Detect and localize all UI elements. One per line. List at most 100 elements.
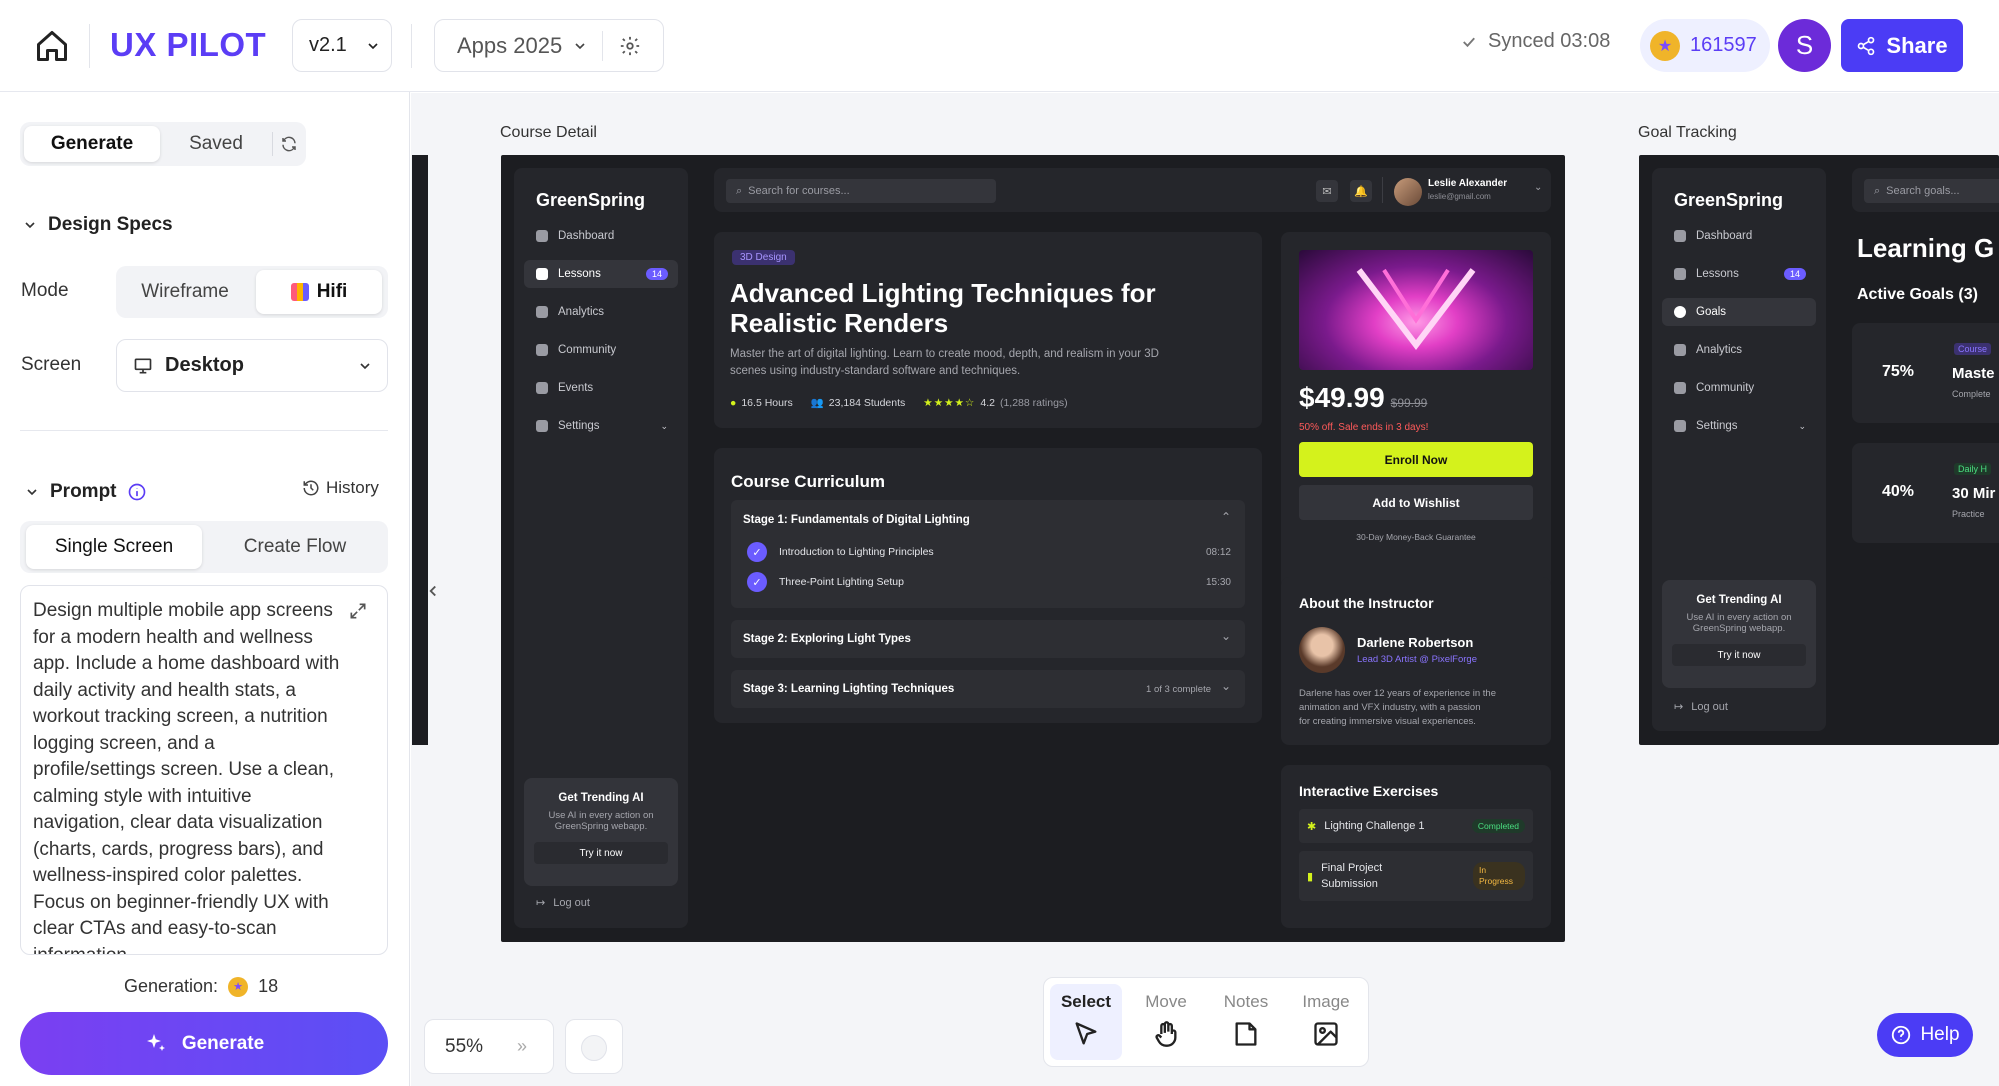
nav-lessons[interactable]: Lessons 14 — [524, 260, 678, 288]
design-specs-header[interactable]: Design Specs — [22, 214, 173, 236]
nav-label: Goals — [1696, 306, 1727, 318]
divider — [89, 24, 90, 68]
trending-line1: Use AI in every action on — [1686, 612, 1792, 623]
home-icon[interactable] — [34, 28, 70, 64]
check-icon: ✓ — [747, 542, 767, 562]
nav-community[interactable]: Community — [524, 336, 678, 364]
logout-link[interactable]: ↦ Log out — [1674, 700, 1728, 714]
tab-generate[interactable]: Generate — [24, 126, 160, 162]
tool-label: Move — [1145, 992, 1187, 1011]
gear-icon[interactable] — [619, 35, 641, 57]
double-chevron-right-icon[interactable]: » — [517, 1036, 527, 1057]
chart-icon — [1674, 344, 1686, 356]
nav-label: Settings — [558, 420, 600, 432]
avatar[interactable]: S — [1778, 19, 1831, 72]
generate-button[interactable]: Generate — [20, 1012, 388, 1075]
goal-card[interactable]: 75% Course Maste Complete — [1852, 323, 1999, 423]
chevron-down-icon — [25, 222, 35, 229]
mail-icon[interactable]: ✉ — [1316, 180, 1338, 202]
exercise-item[interactable]: ▮ Final Project Submission In Progress — [1299, 851, 1533, 901]
prompt-text: Design multiple mobile app screens for a… — [33, 600, 340, 955]
stage-2[interactable]: Stage 2: Exploring Light Types ⌄ — [731, 620, 1245, 658]
screen-select[interactable]: Desktop — [116, 339, 388, 392]
nav-settings[interactable]: Settings ⌄ — [1662, 412, 1816, 440]
stage-3[interactable]: Stage 3: Learning Lighting Techniques 1 … — [731, 670, 1245, 708]
price: $49.99 — [1299, 382, 1385, 413]
course-title: Advanced Lighting Techniques for Realist… — [730, 278, 1156, 338]
version-select[interactable]: v2.1 — [292, 19, 392, 72]
info-icon[interactable] — [127, 482, 147, 502]
nav-analytics[interactable]: Analytics — [524, 298, 678, 326]
lesson-row[interactable]: ✓ Introduction to Lighting Principles 08… — [747, 542, 1231, 562]
artboard-course-detail[interactable]: GreenSpring Dashboard Lessons 14 Analytic… — [501, 155, 1565, 942]
tab-saved[interactable]: Saved — [166, 126, 266, 162]
users-icon — [1674, 382, 1686, 394]
chevron-up-icon[interactable]: ⌃ — [1221, 510, 1231, 524]
goal-card[interactable]: 40% Daily H 30 Mir Practice — [1852, 443, 1999, 543]
enroll-now-button[interactable]: Enroll Now — [1299, 442, 1533, 477]
try-it-now-button[interactable]: Try it now — [1672, 644, 1806, 666]
mode-hifi[interactable]: Hifi — [256, 270, 382, 314]
project-select[interactable]: Apps 2025 — [434, 19, 664, 72]
try-it-now-button[interactable]: Try it now — [534, 842, 668, 864]
logout-link[interactable]: ↦ Log out — [536, 896, 590, 910]
status-badge: Completed — [1471, 819, 1525, 833]
tab-create-flow[interactable]: Create Flow — [208, 525, 382, 569]
offscreen-artboard[interactable] — [412, 155, 428, 745]
screen-value: Desktop — [165, 354, 244, 376]
mode-wireframe[interactable]: Wireframe — [122, 270, 248, 314]
collapse-panel-icon[interactable] — [424, 582, 442, 600]
tool-notes[interactable]: Notes — [1210, 984, 1282, 1060]
share-button[interactable]: Share — [1841, 19, 1963, 72]
rating: ★★★★☆ 4.2 (1,288 ratings) — [923, 397, 1067, 409]
history-button[interactable]: History — [302, 478, 379, 498]
prompt-header[interactable]: Prompt — [24, 481, 147, 503]
search-icon: ⌕ — [736, 184, 743, 197]
user-avatar[interactable] — [1394, 178, 1422, 206]
tool-label: Notes — [1223, 992, 1269, 1011]
help-button[interactable]: Help — [1877, 1013, 1973, 1057]
users-icon: 👥 — [810, 397, 824, 409]
app-header: ⌕ Search goals... — [1852, 168, 1999, 212]
chevron-down-icon[interactable]: ⌄ — [1534, 182, 1542, 193]
nav-dashboard[interactable]: Dashboard — [524, 222, 678, 250]
check-icon — [1463, 37, 1475, 47]
course-search-input[interactable]: ⌕ Search for courses... — [726, 179, 996, 203]
refresh-icon[interactable] — [280, 135, 298, 153]
tab-single-screen[interactable]: Single Screen — [26, 525, 202, 569]
lesson-row[interactable]: ✓ Three-Point Lighting Setup 15:30 — [747, 572, 1231, 592]
nav-goals[interactable]: Goals — [1662, 298, 1816, 326]
tool-image[interactable]: Image — [1290, 984, 1362, 1060]
clock-icon: ● — [730, 396, 737, 409]
zoom-control[interactable]: 55% » — [424, 1019, 554, 1074]
tool-select[interactable]: Select — [1050, 984, 1122, 1060]
expand-icon[interactable] — [348, 601, 368, 621]
course-thumbnail — [1299, 250, 1533, 370]
tool-move[interactable]: Move — [1130, 984, 1202, 1060]
add-to-wishlist-button[interactable]: Add to Wishlist — [1299, 485, 1533, 520]
chevron-down-icon: ⌄ — [1220, 679, 1231, 693]
prompt-tabs: Single Screen Create Flow — [20, 521, 388, 573]
instructor-card: About the Instructor Darlene Robertson L… — [1281, 577, 1551, 745]
artboard-goal-tracking[interactable]: GreenSpring Dashboard Lessons 14 Goals An… — [1639, 155, 1999, 745]
top-bar: UX PILOT v2.1 Apps 2025 Synced 03:08 ★ 1… — [0, 0, 1999, 92]
color-mode-button[interactable] — [565, 1019, 623, 1074]
goals-search-input[interactable]: ⌕ Search goals... — [1864, 179, 1999, 203]
stage-1[interactable]: Stage 1: Fundamentals of Digital Lightin… — [731, 500, 1245, 608]
zoom-level: 55% — [445, 1035, 484, 1057]
curriculum-card: Course Curriculum Stage 1: Fundamentals … — [714, 448, 1262, 723]
nav-dashboard[interactable]: Dashboard — [1662, 222, 1816, 250]
prompt-textarea[interactable]: Design multiple mobile app screens for a… — [20, 585, 388, 955]
nav-lessons[interactable]: Lessons 14 — [1662, 260, 1816, 288]
bell-icon[interactable]: 🔔 — [1350, 180, 1372, 202]
nav-community[interactable]: Community — [1662, 374, 1816, 402]
lesson-title: Three-Point Lighting Setup — [779, 576, 904, 588]
exercise-item[interactable]: ✱ Lighting Challenge 1 Completed — [1299, 809, 1533, 843]
nav-analytics[interactable]: Analytics — [1662, 336, 1816, 364]
nav-events[interactable]: Events — [524, 374, 678, 402]
credits-badge[interactable]: ★ 161597 — [1640, 19, 1770, 72]
app-brand: GreenSpring — [1674, 190, 1784, 210]
nav-settings[interactable]: Settings ⌄ — [524, 412, 678, 440]
trending-ai-card: Get Trending AI Use AI in every action o… — [1662, 580, 1816, 688]
course-desc-line: scenes using industry-standard software … — [730, 365, 1021, 377]
